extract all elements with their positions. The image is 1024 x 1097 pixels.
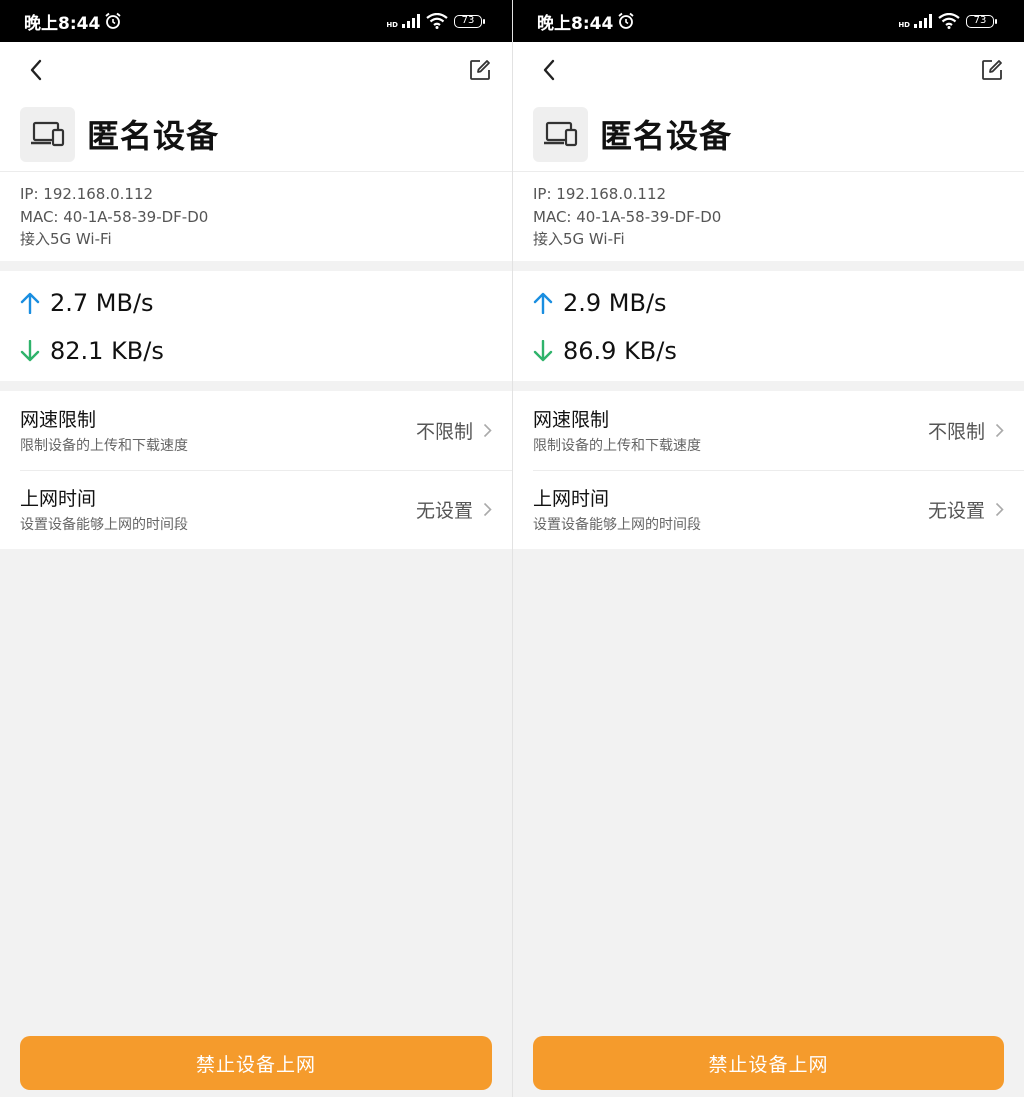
laptop-phone-icon [543,121,577,147]
setting-desc: 限制设备的上传和下载速度 [20,437,188,454]
section-gap [0,261,512,271]
battery-indicator: 73 [966,14,997,28]
device-type-icon [20,106,75,162]
edit-button[interactable] [978,56,1006,84]
chevron-left-icon [30,59,42,80]
setting-text: 网速限制 限制设备的上传和下载速度 [533,407,701,455]
status-time: 晚上8:44 [24,13,101,34]
wifi-icon [426,13,448,29]
setting-value: 不限制 [415,421,473,443]
device-name: 匿名设备 [87,117,220,155]
mac-address: MAC: 40-1A-58-39-DF-D0 [533,207,722,226]
signal-icon [402,14,420,28]
section-gap [0,381,512,391]
device-info: IP: 192.168.0.112 MAC: 40-1A-58-39-DF-D0… [513,171,1024,261]
device-name: 匿名设备 [600,117,733,155]
block-internet-button[interactable]: 禁止设备上网 [20,1036,492,1090]
hd-label: HD [386,21,398,29]
chevron-right-icon [995,502,1004,517]
settings-list: 网速限制 限制设备的上传和下载速度 不限制 上网时间 设置设备能够上网的时间段 … [513,391,1024,549]
status-bar: 晚上8:44 HD 73 [0,0,512,42]
device-type-icon [533,106,588,162]
settings-list: 网速限制 限制设备的上传和下载速度 不限制 上网时间 设置设备能够上网的时间段 … [0,391,512,549]
upload-speed-row: 2.9 MB/s [533,286,1004,320]
device-info: IP: 192.168.0.112 MAC: 40-1A-58-39-DF-D0… [0,171,512,261]
status-bar: 晚上8:44 HD 73 [513,0,1024,42]
setting-value: 无设置 [415,500,473,522]
section-gap [513,261,1024,271]
edit-icon [470,59,490,80]
setting-text: 上网时间 设置设备能够上网的时间段 [20,486,188,534]
setting-title: 网速限制 [533,408,610,431]
screen-compare: 晚上8:44 HD 73 匿名设备 IP: 192.168.0.112 MAC:… [0,0,1024,1097]
ip-address: IP: 192.168.0.112 [20,185,154,203]
upload-speed-row: 2.7 MB/s [20,286,492,320]
alarm-icon [618,12,634,29]
setting-value: 不限制 [927,421,985,443]
download-speed: 86.9 KB/s [563,337,677,365]
mac-address: MAC: 40-1A-58-39-DF-D0 [20,207,209,226]
speed-limit-setting[interactable]: 网速限制 限制设备的上传和下载速度 不限制 [0,391,512,470]
block-internet-button[interactable]: 禁止设备上网 [533,1036,1004,1090]
speed-card: 2.7 MB/s 82.1 KB/s [0,271,512,381]
status-left: 晚上8:44 [24,9,122,34]
setting-title: 网速限制 [20,408,97,431]
download-speed: 82.1 KB/s [50,337,164,365]
chevron-right-icon [483,423,492,438]
setting-right: 不限制 [416,417,492,444]
laptop-phone-icon [30,121,64,147]
setting-title: 上网时间 [533,487,610,510]
ip-address: IP: 192.168.0.112 [533,185,667,203]
setting-right: 不限制 [928,417,1004,444]
upload-speed: 2.9 MB/s [563,289,667,317]
setting-desc: 限制设备的上传和下载速度 [533,437,701,454]
device-header: 匿名设备 IP: 192.168.0.112 MAC: 40-1A-58-39-… [513,42,1024,261]
back-button[interactable] [535,56,563,84]
upload-speed: 2.7 MB/s [50,289,154,317]
status-time: 晚上8:44 [537,13,614,34]
setting-desc: 设置设备能够上网的时间段 [533,516,701,533]
download-speed-row: 86.9 KB/s [533,334,1004,368]
top-nav [0,42,512,97]
wifi-icon [938,13,960,29]
back-button[interactable] [22,56,50,84]
status-left: 晚上8:44 [537,9,635,34]
setting-title: 上网时间 [20,487,97,510]
speed-limit-setting[interactable]: 网速限制 限制设备的上传和下载速度 不限制 [513,391,1024,470]
chevron-left-icon [543,59,555,80]
online-time-setting[interactable]: 上网时间 设置设备能够上网的时间段 无设置 [513,470,1024,549]
device-detail-screen-1: 晚上8:44 HD 73 匿名设备 IP: 192.168.0.112 MAC:… [0,0,512,1097]
signal-icon [914,14,932,28]
device-header: 匿名设备 IP: 192.168.0.112 MAC: 40-1A-58-39-… [0,42,512,261]
battery-indicator: 73 [454,14,485,28]
device-title-row: 匿名设备 [0,97,512,171]
arrow-up-icon [533,292,553,314]
section-gap [513,381,1024,391]
speed-card: 2.9 MB/s 86.9 KB/s [513,271,1024,381]
device-detail-screen-2: 晚上8:44 HD 73 匿名设备 IP: 192.168.0.112 MAC:… [512,0,1024,1097]
download-speed-row: 82.1 KB/s [20,334,492,368]
setting-right: 无设置 [416,496,492,523]
edit-button[interactable] [466,56,494,84]
device-title-row: 匿名设备 [513,97,1024,171]
arrow-down-icon [533,340,553,362]
setting-desc: 设置设备能够上网的时间段 [20,516,188,533]
setting-value: 无设置 [927,500,985,522]
arrow-down-icon [20,340,40,362]
setting-text: 网速限制 限制设备的上传和下载速度 [20,407,188,455]
connection-type: 接入5G Wi-Fi [533,230,625,248]
top-nav [513,42,1024,97]
status-right: HD 73 [898,13,1000,29]
hd-label: HD [898,21,910,29]
arrow-up-icon [20,292,40,314]
alarm-icon [105,12,121,29]
connection-type: 接入5G Wi-Fi [20,230,112,248]
edit-icon [982,59,1002,80]
online-time-setting[interactable]: 上网时间 设置设备能够上网的时间段 无设置 [0,470,512,549]
setting-text: 上网时间 设置设备能够上网的时间段 [533,486,701,534]
chevron-right-icon [483,502,492,517]
setting-right: 无设置 [928,496,1004,523]
status-right: HD 73 [386,13,488,29]
chevron-right-icon [995,423,1004,438]
